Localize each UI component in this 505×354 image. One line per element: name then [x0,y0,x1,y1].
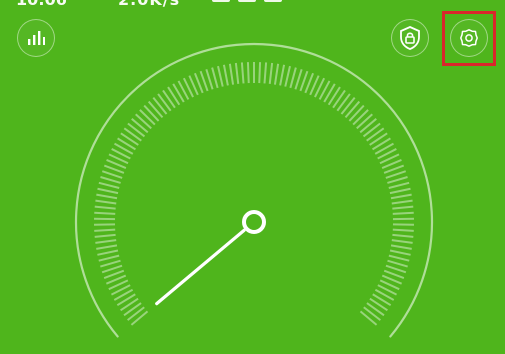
gauge-tick [120,132,139,146]
speed-test-screen: 10:06 2.0K/s [0,0,505,354]
gauge-tick [294,68,303,90]
gauge-tick [162,89,176,109]
speed-gauge [74,42,434,338]
gauge-tick [366,127,385,142]
gauge-tick [95,239,117,244]
gauge-tick [388,254,410,262]
gauge-tick [131,118,149,134]
gauge-ticks [94,62,414,326]
gauge-tick [127,122,146,138]
gauge-tick [246,62,250,84]
gauge-tick [356,113,373,130]
gauge-tick [369,132,388,146]
gauge-tick [130,310,149,326]
gauge-tick [289,67,297,89]
gauge-tick [340,97,356,115]
gauge-tick [390,244,412,250]
gauge-tick [222,64,229,86]
gauge-tick [217,65,224,87]
gauge-tick [284,65,291,87]
gauge-tick [359,310,378,326]
gauge-tick [268,62,274,85]
gauge-hub [242,210,266,234]
gauge-tick [240,62,245,84]
gauge-tick [152,97,168,115]
gauge-tick [391,199,413,205]
gauge-tick [387,259,408,268]
gauge-tick [344,100,361,119]
gauge-tick [97,249,119,256]
gauge-tick [263,62,268,84]
gauge-tick [211,67,219,89]
gauge-tick [94,233,116,238]
gauge-tick [205,68,214,90]
gauge-tick [94,211,116,215]
gauge-tick [389,187,411,195]
gauge-tick [98,254,120,262]
gauge-tick [388,181,410,189]
gauge-tick [127,306,145,321]
gauge-tick [258,62,262,84]
gauge-tick [366,302,385,317]
gauge-tick [100,259,121,268]
gauge-tick [101,170,123,179]
gauge-tick [390,193,412,200]
gauge-tick [123,127,142,142]
gauge-tick [392,228,414,232]
gauge-tick [352,109,369,126]
gauge-tick [95,199,117,205]
gauge-tick [94,205,116,210]
gauge-tick [143,104,160,122]
gauge-tick [392,205,414,210]
gauge-tick [97,187,119,195]
gauge-tick [157,93,172,112]
gauge-tick [389,249,411,256]
gauge-tick [363,306,381,321]
gauge-tick [96,244,118,250]
gauge-tick [279,64,286,86]
gauge-tick [391,239,413,244]
gauge-tick [228,63,235,85]
gauge-tick [101,264,123,274]
gauge-tick [332,89,346,109]
gauge-tick [336,93,351,112]
gauge-tick [123,302,142,317]
gauge-tick [385,264,407,274]
gauge-tick [147,100,164,119]
gauge-tick [135,113,152,130]
gauge-tick [273,63,280,85]
gauge-tick [392,211,414,215]
gauge-tick [362,122,381,138]
gauge-tick [100,176,121,184]
gauge-tick [387,176,408,184]
gauge-tick [98,181,120,189]
gauge-tick [359,118,377,134]
gauge-tick [385,170,407,179]
gauge-tick [392,233,414,238]
gauge-tick [94,228,116,232]
gauge-needle [155,228,246,306]
gauge-tick [139,109,156,126]
gauge-tick [234,62,240,85]
gauge-tick [96,193,118,200]
gauge-tick [348,104,365,122]
